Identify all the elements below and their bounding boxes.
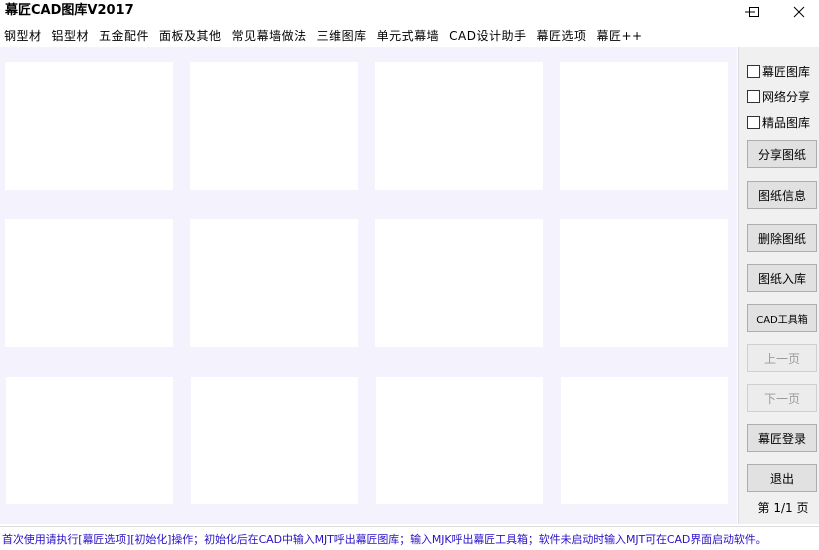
exit-button[interactable]: 退出	[747, 464, 817, 492]
checkbox-box[interactable]	[747, 90, 760, 103]
drawing-thumbnail[interactable]	[560, 219, 728, 347]
cad-toolbox-button[interactable]: CAD工具箱	[747, 304, 817, 332]
drawing-thumbnail[interactable]	[375, 62, 543, 190]
menu-bar: 钢型材 铝型材 五金配件 面板及其他 常见幕墙做法 三维图库 单元式幕墙 CAD…	[0, 26, 819, 46]
share-drawing-button[interactable]: 分享图纸	[747, 140, 817, 168]
menu-plus[interactable]: 幕匠++	[592, 27, 648, 45]
prev-page-button[interactable]: 上一页	[747, 344, 817, 372]
status-message: 首次使用请执行[幕匠选项][初始化]操作；初始化后在CAD中输入MJT呼出幕匠图…	[2, 533, 767, 546]
drawing-thumbnail[interactable]	[191, 377, 358, 504]
checkbox-muji-library[interactable]: 幕匠图库	[747, 63, 810, 80]
checkbox-label: 精品图库	[762, 116, 811, 130]
drawing-thumbnail[interactable]	[375, 219, 543, 347]
menu-hardware[interactable]: 五金配件	[95, 27, 155, 45]
checkbox-label: 幕匠图库	[762, 65, 811, 79]
drawing-thumbnail[interactable]	[6, 377, 173, 504]
menu-curtain-wall-methods[interactable]: 常见幕墙做法	[228, 27, 313, 45]
checkbox-box[interactable]	[747, 65, 760, 78]
status-bar: 首次使用请执行[幕匠选项][初始化]操作；初始化后在CAD中输入MJT呼出幕匠图…	[0, 526, 819, 550]
import-drawing-button[interactable]: 图纸入库	[747, 264, 817, 292]
drawing-thumbnail[interactable]	[560, 62, 728, 190]
drawing-thumbnail[interactable]	[5, 219, 173, 347]
close-icon	[793, 6, 805, 18]
menu-unitized-curtain-wall[interactable]: 单元式幕墙	[373, 27, 446, 45]
drawing-thumbnail[interactable]	[376, 377, 543, 504]
menu-panels[interactable]: 面板及其他	[155, 27, 228, 45]
close-button[interactable]	[776, 0, 819, 24]
maximize-button[interactable]	[731, 0, 777, 24]
maximize-icon	[749, 7, 759, 17]
next-page-button[interactable]: 下一页	[747, 384, 817, 412]
drawing-thumbnail[interactable]	[190, 219, 358, 347]
menu-3d-library[interactable]: 三维图库	[313, 27, 373, 45]
side-panel: 幕匠图库 网络分享 精品图库 分享图纸 图纸信息 删除图纸 图纸入库 CAD工具…	[738, 47, 819, 524]
checkbox-premium-library[interactable]: 精品图库	[747, 114, 810, 131]
delete-drawing-button[interactable]: 删除图纸	[747, 224, 817, 252]
drawing-gallery	[0, 47, 737, 524]
checkbox-network-share[interactable]: 网络分享	[747, 88, 810, 105]
menu-cad-assistant[interactable]: CAD设计助手	[445, 27, 532, 45]
checkbox-label: 网络分享	[762, 90, 811, 104]
menu-aluminum[interactable]: 铝型材	[48, 27, 96, 45]
title-bar: 幕匠CAD图库V2017	[0, 0, 819, 26]
drawing-thumbnail[interactable]	[5, 62, 173, 190]
menu-steel[interactable]: 钢型材	[0, 27, 48, 45]
window-title: 幕匠CAD图库V2017	[5, 3, 134, 18]
drawing-thumbnail[interactable]	[190, 62, 358, 190]
checkbox-box[interactable]	[747, 116, 760, 129]
page-indicator: 第 1/1 页	[757, 501, 809, 515]
drawing-thumbnail[interactable]	[561, 377, 728, 504]
login-button[interactable]: 幕匠登录	[747, 424, 817, 452]
drawing-info-button[interactable]: 图纸信息	[747, 181, 817, 209]
menu-options[interactable]: 幕匠选项	[532, 27, 592, 45]
